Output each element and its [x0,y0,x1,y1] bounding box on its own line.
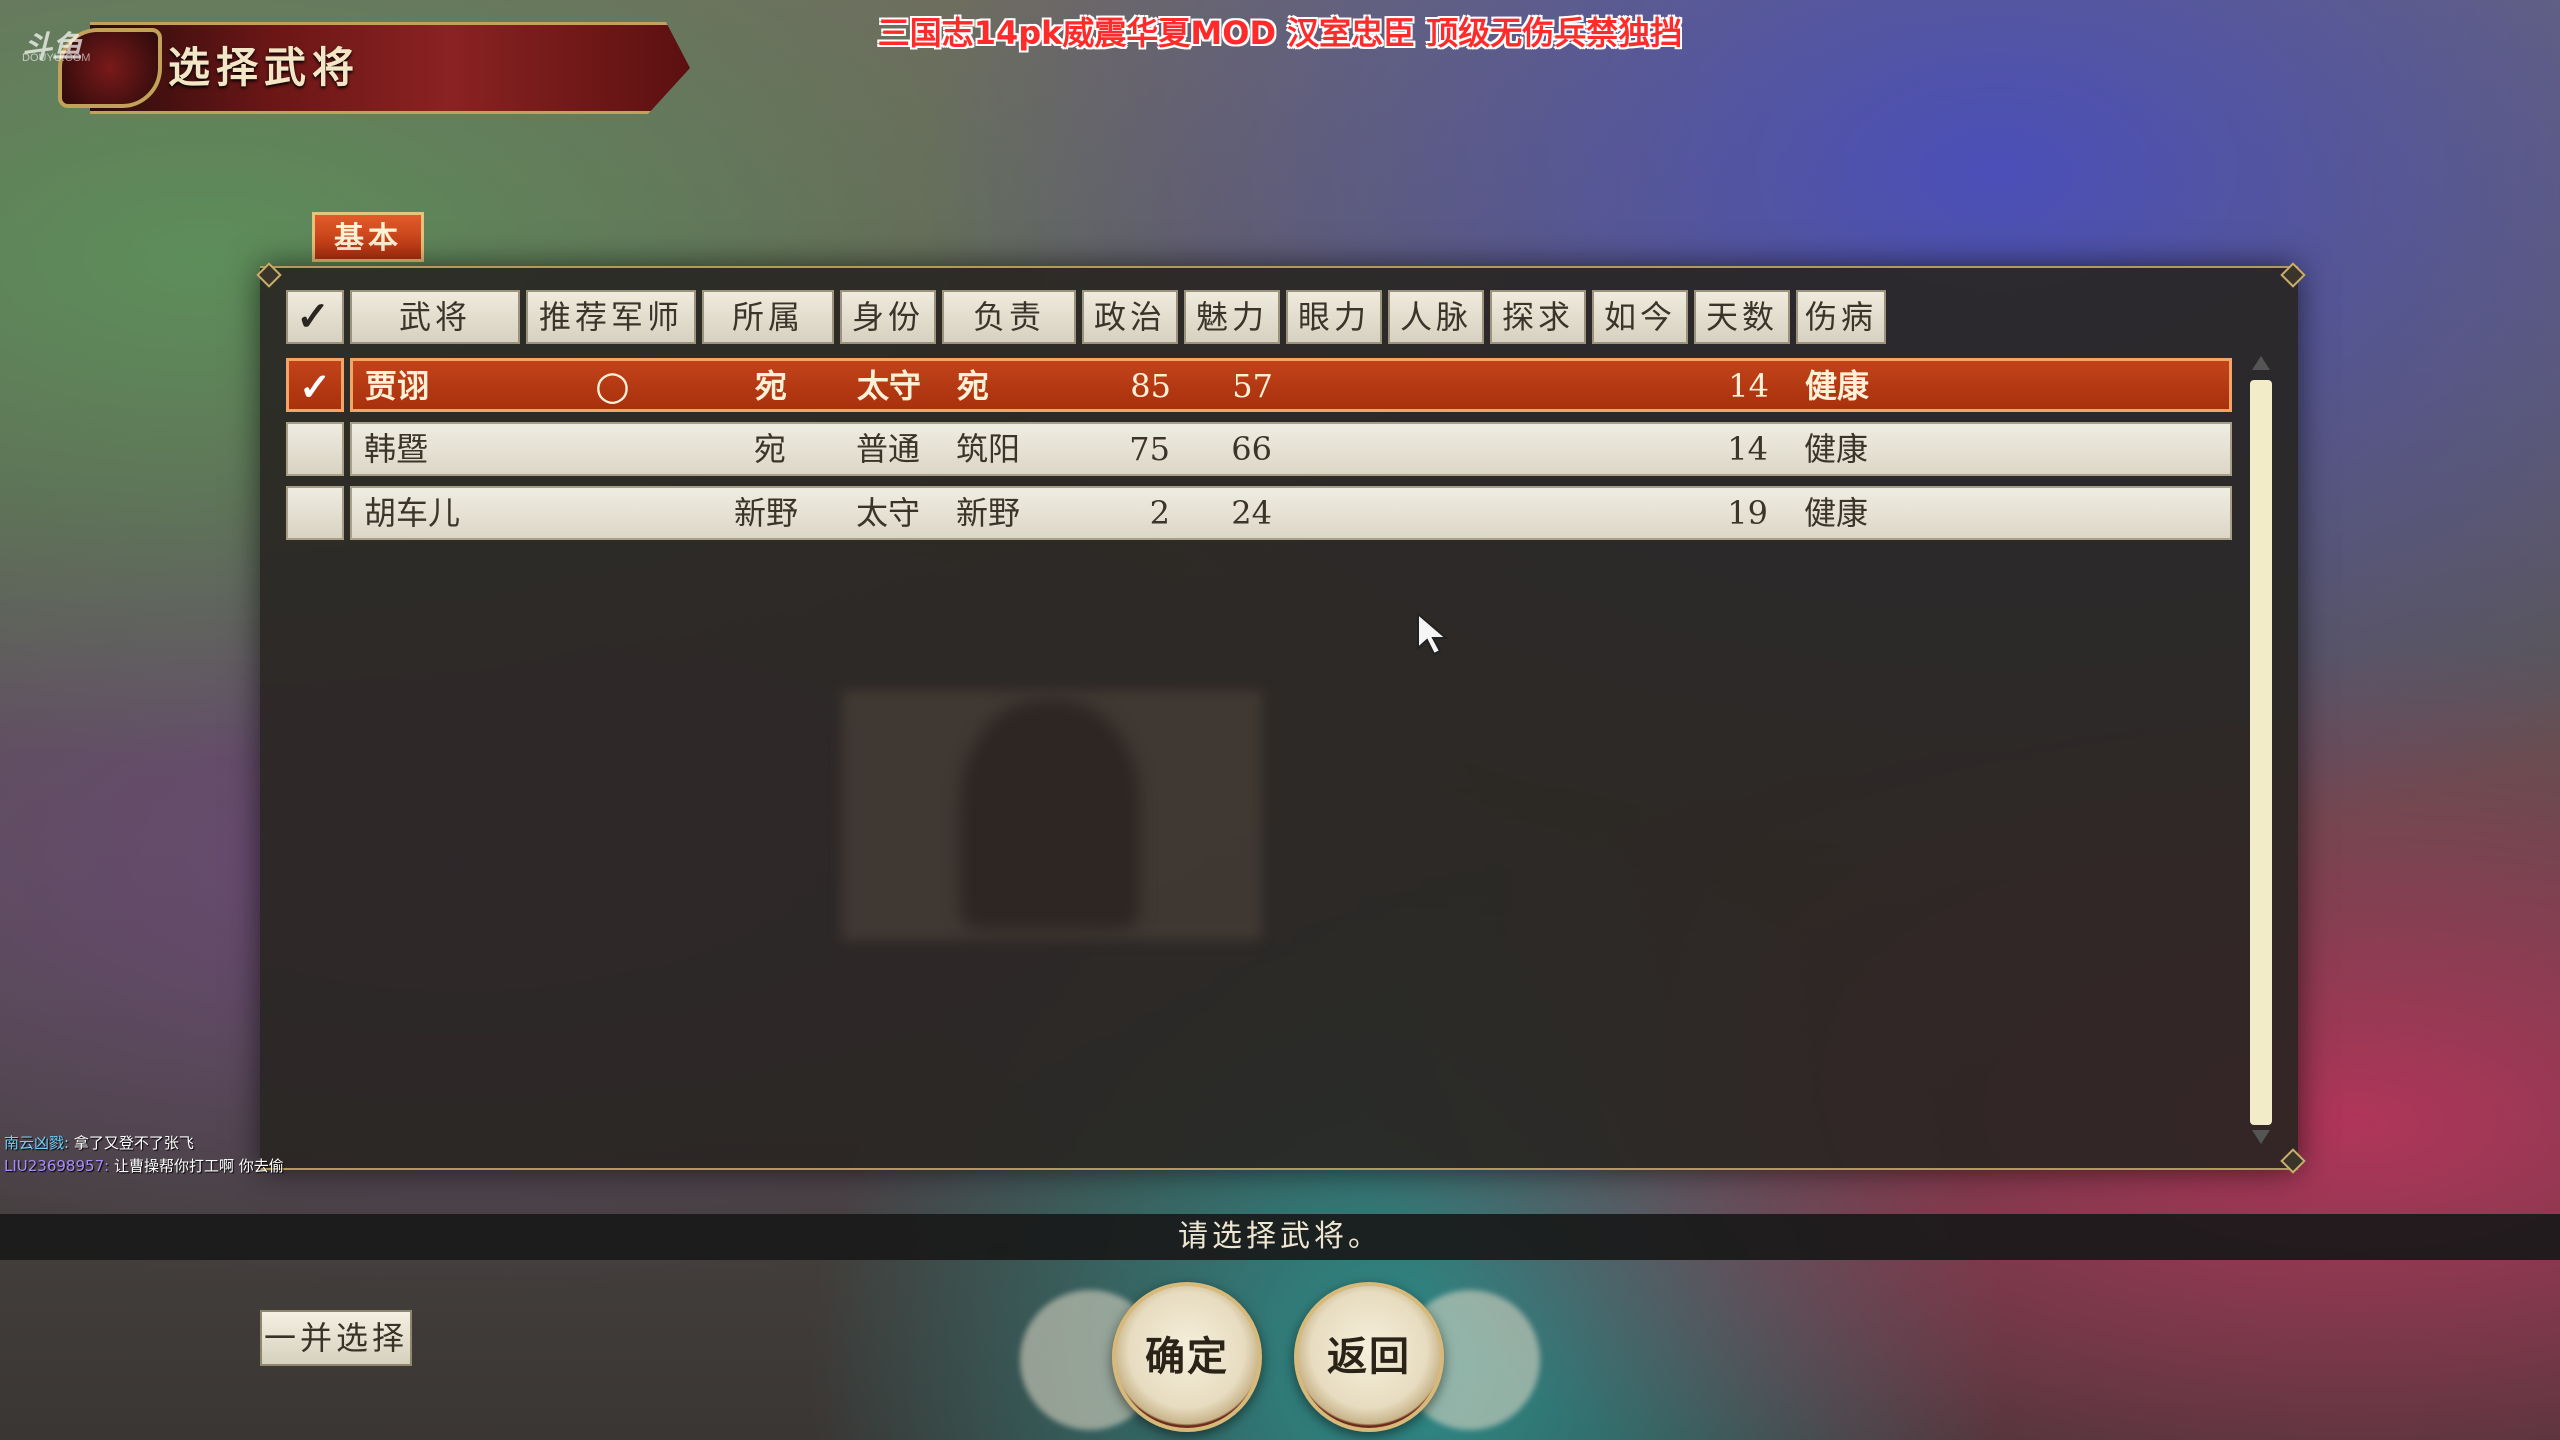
back-button[interactable]: 返回 [1294,1282,1444,1432]
select-all-check-header[interactable]: ✓ [286,290,344,344]
table-row[interactable]: 贾诩 ○ 宛 太守 宛 85 57 14 健康 [350,358,2232,412]
rank: 太守 [857,367,922,405]
advisor-mark: ○ [595,363,630,409]
charisma: 57 [1232,367,1273,405]
col-header-days[interactable]: 天数 [1694,290,1790,344]
col-header-charisma[interactable]: 魅力 [1184,290,1280,344]
stream-caption: 三国志14pk威震华夏MOD 汉室忠臣 顶级无伤兵禁独挡 [877,14,1683,52]
row-checkbox[interactable] [286,486,344,540]
scrollbar[interactable] [2250,380,2272,1125]
confirm-button[interactable]: 确定 [1112,1282,1262,1432]
charge: 新野 [956,494,1021,532]
col-header-connections[interactable]: 人脉 [1388,290,1484,344]
col-header-rank[interactable]: 身份 [840,290,936,344]
affiliation: 宛 [754,430,787,468]
chat-text: 让曹操帮你打工啊 你去偷 [113,1157,284,1175]
col-header-affiliation[interactable]: 所属 [702,290,834,344]
scroll-up-arrow-icon[interactable] [2252,356,2270,370]
col-header-search[interactable]: 探求 [1490,290,1586,344]
politics: 75 [1129,430,1170,468]
days: 19 [1727,494,1768,532]
charisma: 66 [1231,430,1272,468]
chat-user: LIU23698957: [4,1157,110,1175]
officer-name: 韩暨 [364,430,429,468]
col-header-charge[interactable]: 负责 [942,290,1076,344]
politics: 85 [1130,367,1171,405]
health: 健康 [1804,494,1869,532]
scroll-down-arrow-icon[interactable] [2252,1130,2270,1144]
officer-name: 贾诩 [365,367,430,405]
status-bar: 请选择武将。 [0,1214,2560,1260]
tab-basic[interactable]: 基本 [312,212,424,262]
row-checkbox[interactable] [286,422,344,476]
chat-text: 拿了又登不了张飞 [73,1134,194,1152]
table-row[interactable]: 韩暨 宛 普通 筑阳 75 66 14 健康 [350,422,2232,476]
col-header-current[interactable]: 如今 [1592,290,1688,344]
col-header-officer[interactable]: 武将 [350,290,520,344]
col-header-politics[interactable]: 政治 [1082,290,1178,344]
select-all-button[interactable]: 一并选择 [260,1310,412,1366]
charisma: 24 [1231,494,1272,532]
affiliation: 新野 [734,494,799,532]
affiliation: 宛 [755,367,788,405]
rank: 太守 [856,494,921,532]
rank: 普通 [856,430,921,468]
row-checkbox[interactable]: ✓ [286,358,344,412]
days: 14 [1727,430,1768,468]
health: 健康 [1804,430,1869,468]
days: 14 [1728,367,1769,405]
charge: 筑阳 [956,430,1021,468]
table-row[interactable]: 胡车儿 新野 太守 新野 2 24 19 健康 [350,486,2232,540]
col-header-insight[interactable]: 眼力 [1286,290,1382,344]
chat-message: 南云凶戮: 拿了又登不了张飞 [4,1132,194,1153]
charge: 宛 [957,367,990,405]
blurred-figure-background [960,700,1140,930]
col-header-injury[interactable]: 伤病 [1796,290,1886,344]
chat-message: LIU23698957: 让曹操帮你打工啊 你去偷 [4,1155,284,1176]
mouse-cursor-icon [1417,612,1449,656]
politics: 2 [1149,494,1170,532]
officer-name: 胡车儿 [364,494,461,532]
col-header-advisor[interactable]: 推荐军师 [526,290,696,344]
health: 健康 [1805,367,1870,405]
chat-user: 南云凶戮: [4,1134,70,1152]
